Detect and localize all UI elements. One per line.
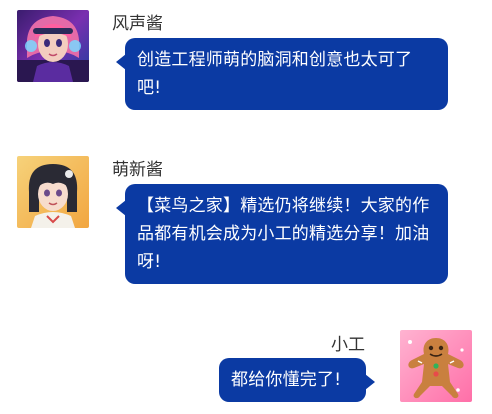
message-text: 都给你懂完了! bbox=[231, 370, 342, 390]
sender-name: 萌新酱 bbox=[112, 160, 163, 180]
message-bubble[interactable]: 都给你懂完了! bbox=[219, 358, 375, 402]
sender-name: 风声酱 bbox=[112, 14, 163, 34]
avatar[interactable] bbox=[17, 156, 89, 228]
sender-name: 小工 bbox=[331, 335, 365, 355]
message-bubble[interactable]: 创造工程师萌的脑洞和创意也太可了吧! bbox=[116, 38, 448, 110]
message-text: 【菜鸟之家】精选仍将继续！大家的作品都有机会成为小工的精选分享！加油呀! bbox=[137, 196, 430, 272]
gingerbread-man-icon bbox=[400, 330, 472, 402]
anime-girl-avatar-icon bbox=[17, 10, 89, 82]
message-text: 创造工程师萌的脑洞和创意也太可了吧! bbox=[137, 50, 413, 98]
avatar[interactable] bbox=[17, 10, 89, 82]
message-bubble[interactable]: 【菜鸟之家】精选仍将继续！大家的作品都有机会成为小工的精选分享！加油呀! bbox=[116, 184, 448, 284]
anime-girl-avatar-icon bbox=[17, 156, 89, 228]
avatar[interactable] bbox=[400, 330, 472, 402]
